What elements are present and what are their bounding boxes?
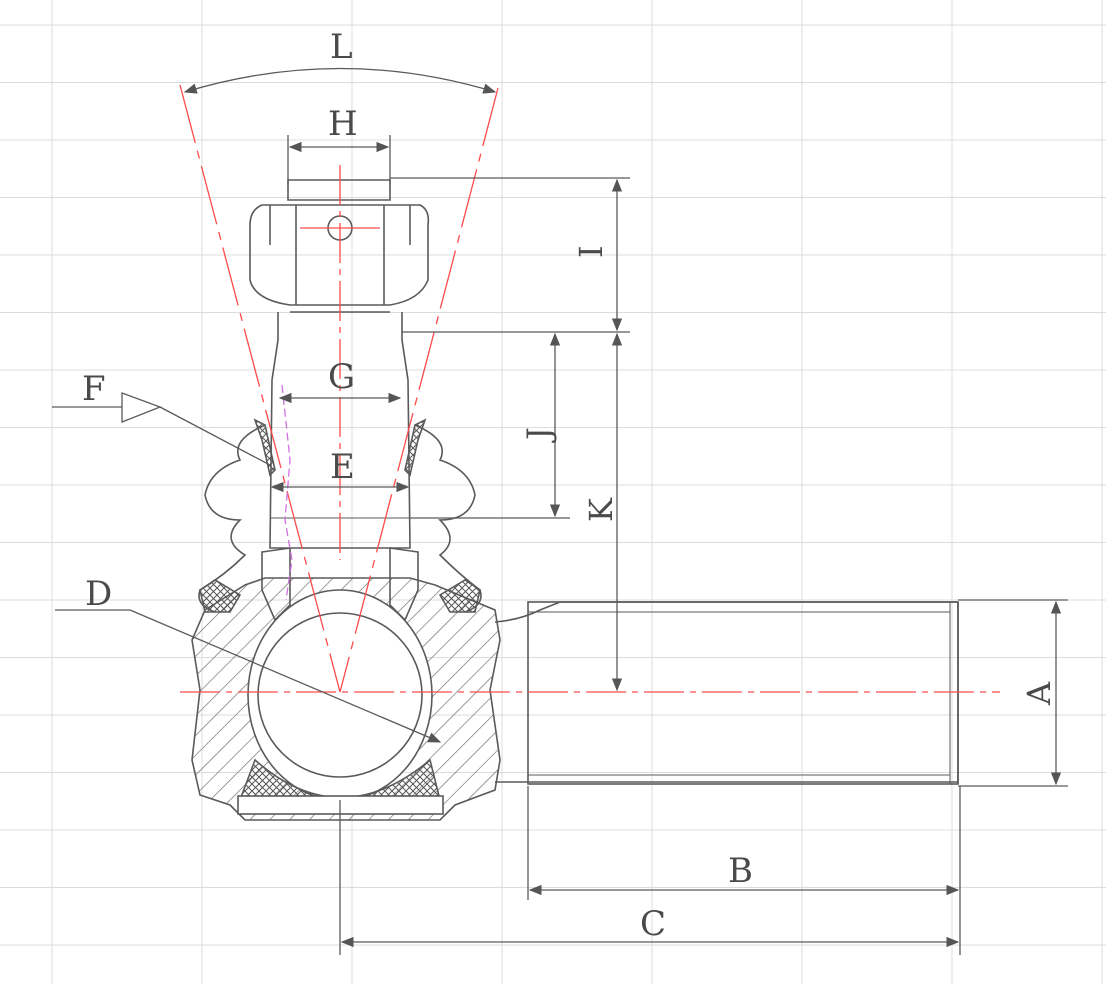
label-C: C: [640, 904, 666, 944]
label-F: F: [82, 369, 106, 409]
background-grid: [0, 0, 1106, 984]
label-E: E: [330, 447, 355, 487]
dimension-lines: [52, 67, 1068, 955]
label-A: A: [1020, 681, 1058, 706]
threaded-shank: [527, 601, 959, 785]
label-H: H: [328, 104, 358, 144]
castle-nut: [249, 179, 430, 306]
label-J: J: [520, 427, 558, 443]
boot-accent: [281, 384, 293, 601]
label-B: B: [728, 851, 753, 891]
label-K: K: [582, 497, 620, 522]
label-I: I: [572, 245, 610, 258]
tie-rod-end-drawing: L H G E F D B C I J K A: [0, 0, 1106, 984]
label-G: G: [328, 357, 355, 397]
label-D: D: [85, 574, 112, 614]
label-L: L: [330, 27, 353, 67]
